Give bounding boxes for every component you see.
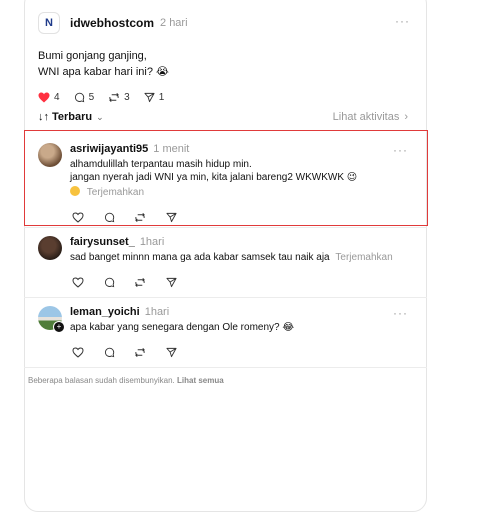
chevron-right-icon: › — [404, 111, 408, 123]
post-text: Bumi gonjang ganjing, WNI apa kabar hari… — [38, 48, 410, 80]
view-activity-link[interactable]: Lihat aktivitas › — [333, 111, 408, 123]
view-activity-label: Lihat aktivitas — [332, 111, 400, 123]
repost-count: 3 — [124, 92, 130, 103]
post-username[interactable]: idwebhostcom — [70, 16, 154, 30]
comment-button[interactable] — [101, 344, 117, 360]
brand-avatar[interactable]: N — [38, 12, 60, 34]
follow-plus-icon[interactable]: + — [53, 321, 65, 333]
share-icon — [165, 277, 177, 287]
repost-icon — [135, 347, 145, 357]
share-icon — [165, 347, 177, 357]
reply-item: fairysunset_ 1hari sad banget minnn mana… — [38, 236, 410, 296]
reply-line-1: sad banget minnn mana ga ada kabar samse… — [70, 252, 330, 263]
reply-body: fairysunset_ 1hari sad banget minnn mana… — [70, 236, 410, 290]
repost-button[interactable]: 3 — [108, 92, 130, 103]
heart-icon — [72, 276, 84, 288]
divider — [24, 367, 427, 368]
divider — [24, 227, 427, 228]
main-post: N idwebhostcom 2 hari ··· Bumi gonjang g… — [38, 12, 410, 103]
hidden-replies-text: Beberapa balasan sudah disembunyikan. — [28, 376, 175, 385]
repost-button[interactable] — [132, 344, 148, 360]
comment-icon — [104, 277, 114, 287]
comment-button[interactable]: 5 — [74, 92, 95, 103]
translate-link[interactable]: Terjemahkan — [335, 252, 392, 263]
more-options-icon[interactable]: ··· — [395, 14, 410, 28]
share-button[interactable]: 1 — [144, 92, 165, 103]
chevron-down-icon: ⌄ — [96, 111, 104, 122]
reply-actions — [70, 274, 410, 290]
post-line-1: Bumi gonjang ganjing, — [38, 50, 147, 62]
sort-bar: ↓↑ Terbaru ⌄ Lihat aktivitas › — [38, 111, 408, 123]
reply-body: leman_yoichi 1hari apa kabar yang senega… — [70, 306, 410, 360]
logo-letter: N — [45, 17, 53, 29]
like-button[interactable] — [70, 344, 86, 360]
share-icon — [144, 92, 155, 103]
sort-icon: ↓↑ — [38, 111, 49, 123]
reply-username[interactable]: leman_yoichi — [70, 306, 140, 318]
see-all-link[interactable]: Lihat semua — [177, 376, 224, 385]
reply-avatar[interactable] — [38, 236, 62, 260]
reply-text: apa kabar yang senegara dengan Ole romen… — [70, 322, 295, 333]
divider — [24, 297, 427, 298]
repost-icon — [109, 93, 119, 102]
comment-button[interactable] — [101, 274, 117, 290]
sort-label: Terbaru — [52, 111, 93, 123]
like-button[interactable] — [70, 274, 86, 290]
heart-icon — [72, 346, 84, 358]
repost-button[interactable] — [132, 274, 148, 290]
reply-actions — [70, 344, 410, 360]
share-button[interactable] — [163, 344, 179, 360]
comment-count: 5 — [88, 92, 95, 103]
comment-icon — [104, 347, 114, 357]
like-count: 4 — [54, 92, 60, 103]
reply-item: + ··· leman_yoichi 1hari apa kabar yang … — [38, 306, 410, 366]
reply-text: sad banget minnn mana ga ada kabar samse… — [70, 251, 410, 264]
comment-icon — [74, 92, 84, 103]
hidden-replies-note: Beberapa balasan sudah disembunyikan. Li… — [28, 376, 224, 385]
share-button[interactable] — [163, 274, 179, 290]
repost-icon — [135, 277, 145, 287]
highlight-box — [24, 130, 428, 226]
post-line-2: WNI apa kabar hari ini? 😭 — [38, 66, 169, 78]
reply-username[interactable]: fairysunset_ — [70, 236, 135, 248]
post-stats: 4 5 3 1 — [38, 92, 410, 103]
reply-time: 1hari — [144, 306, 170, 318]
like-button[interactable]: 4 — [38, 92, 60, 103]
reply-time: 1hari — [139, 236, 165, 248]
post-time: 2 hari — [160, 17, 188, 29]
share-count: 1 — [158, 92, 165, 103]
sort-dropdown[interactable]: ↓↑ Terbaru ⌄ — [38, 111, 104, 123]
heart-filled-icon — [38, 92, 50, 103]
